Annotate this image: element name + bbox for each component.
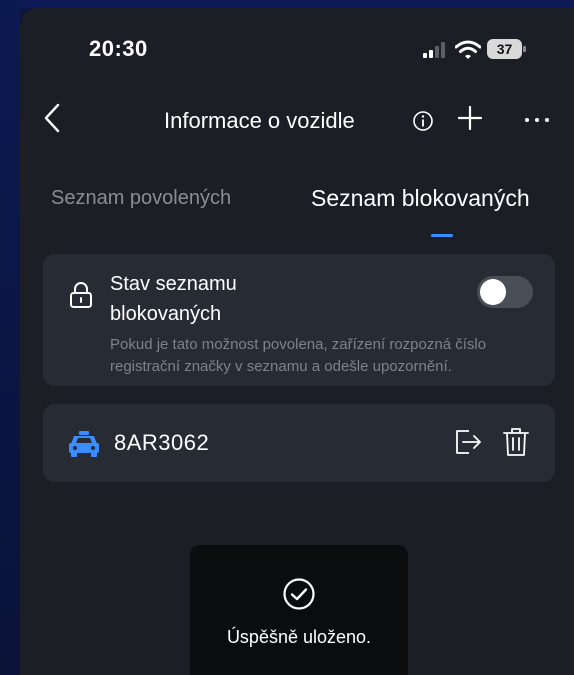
battery-level: 37 [487, 39, 522, 59]
blocklist-status-card: Stav seznamu blokovaných Pokud je tato m… [43, 254, 555, 386]
outer-frame-left [0, 0, 20, 675]
lock-icon [69, 281, 93, 309]
nav-bar: Informace o vozidle [20, 88, 574, 148]
list-tabs: Seznam povolených Seznam blokovaných [20, 173, 574, 243]
chevron-left-icon[interactable] [42, 102, 62, 134]
more-dots-icon[interactable] [523, 112, 551, 122]
battery-cap [523, 46, 526, 52]
signal-icon [423, 42, 445, 58]
tab-allowed-list[interactable]: Seznam povolených [51, 187, 231, 210]
plate-number: 8AR3062 [114, 430, 210, 455]
page-title: Informace o vozidle [164, 108, 355, 133]
plate-list-item[interactable]: 8AR3062 [43, 404, 555, 482]
status-time: 20:30 [89, 36, 148, 61]
toast-message: Úspěšně uloženo. [226, 627, 372, 647]
success-toast: Úspěšně uloženo. [190, 545, 408, 675]
check-circle-icon [282, 577, 316, 611]
phone-screen: 20:30 37 Informace o vozidle Seznam povo… [20, 8, 574, 675]
plus-icon[interactable] [457, 105, 483, 131]
car-icon [68, 430, 100, 458]
blocklist-toggle[interactable] [477, 276, 533, 308]
battery-icon: 37 [487, 39, 527, 59]
tab-blocked-list[interactable]: Seznam blokovaných [311, 185, 530, 212]
wifi-icon [454, 40, 482, 60]
toggle-knob [480, 279, 506, 305]
move-to-list-icon[interactable] [454, 429, 482, 455]
outer-frame-top [0, 0, 574, 8]
info-circle-icon[interactable] [412, 110, 434, 132]
active-tab-indicator [431, 234, 453, 237]
trash-icon[interactable] [502, 427, 530, 457]
blocklist-status-title: Stav seznamu blokovaných [110, 273, 237, 325]
status-bar: 20:30 37 [20, 8, 574, 88]
blocklist-status-description: Pokud je tato možnost povolena, zařízení… [110, 336, 487, 375]
